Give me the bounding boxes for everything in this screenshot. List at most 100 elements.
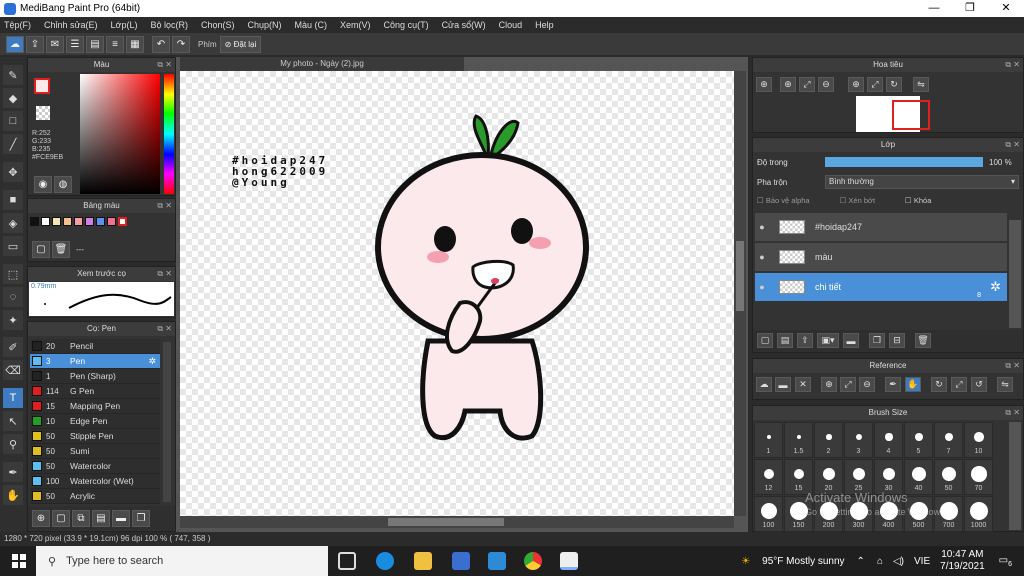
grid-icon[interactable]: ▦ (126, 35, 144, 53)
brush-item[interactable]: #222222 1 Pen (Sharp) (30, 369, 160, 384)
operation-tool-icon[interactable]: ↖ (3, 411, 23, 431)
layer-row[interactable]: ● chi tiết ✲ 8 (755, 273, 1007, 302)
clock[interactable]: 10:47 AM 7/19/2021 (940, 549, 985, 573)
blend-select[interactable]: Bình thường ▾ (825, 175, 1019, 189)
brush-copy-icon[interactable]: ❐ (132, 509, 150, 527)
text-tool-icon[interactable]: T (3, 388, 23, 408)
brush-size-cell[interactable]: 40 (904, 459, 933, 495)
rectangle-tool-icon[interactable]: □ (3, 111, 23, 131)
canvas-vscrollbar[interactable] (734, 71, 746, 516)
panel-options-icon[interactable]: ⧉ ✕ (157, 322, 172, 336)
select-eraser-icon[interactable]: ⌫ (3, 360, 23, 380)
comment-icon[interactable]: ✉ (46, 35, 64, 53)
brush-item[interactable]: #5bc0f0 3 Pen ✲ (30, 354, 160, 369)
brush-import-icon[interactable]: ⧉ (72, 509, 90, 527)
language-indicator[interactable]: VIE (914, 556, 930, 567)
brush-edit-icon[interactable]: ▤ (92, 509, 110, 527)
open-ref-icon[interactable]: ▬ (775, 377, 791, 392)
brush-tool-icon[interactable]: ✎ (3, 65, 23, 85)
maximize-button[interactable]: ❐ (952, 0, 988, 17)
brush-size-cell[interactable]: 150 (784, 496, 813, 532)
ref-zoom-out-icon[interactable]: ⊖ (859, 377, 875, 392)
rotate-icon[interactable]: ↻ (886, 77, 902, 92)
reset-button[interactable]: ⊘ Đặt lại (219, 35, 262, 53)
fit-window-icon[interactable]: ⤢ (867, 77, 883, 92)
windows-start-icon[interactable] (12, 554, 26, 568)
ref-zoom-in-icon[interactable]: ⊕ (821, 377, 837, 392)
minimize-button[interactable]: — (916, 0, 952, 17)
canvas-hscrollbar[interactable] (180, 516, 734, 528)
fit-icon[interactable]: ⤢ (799, 77, 815, 92)
panel-options-icon[interactable]: ⧉ ✕ (157, 58, 172, 72)
menu-filter[interactable]: Bộ lọc(R) (150, 20, 188, 30)
menu-help[interactable]: Help (535, 20, 554, 30)
network-icon[interactable]: ⌂ (877, 556, 883, 567)
layer-folder-icon[interactable]: ▬ (843, 333, 859, 348)
brush-size-cell[interactable]: 100 (754, 496, 783, 532)
merge-layer-icon[interactable]: ⊟ (889, 333, 905, 348)
menu-tools[interactable]: Công cụ(T) (384, 20, 429, 30)
task-view-icon[interactable] (338, 552, 356, 570)
medibang-taskbar-icon[interactable] (560, 552, 578, 570)
menu-select[interactable]: Chọn(S) (201, 20, 235, 30)
magic-wand-icon[interactable]: ✦ (3, 310, 23, 330)
brush-size-cell[interactable]: 500 (904, 496, 933, 532)
eyedropper-icon[interactable]: ✒ (3, 462, 23, 482)
palette-icon[interactable]: ◉ (34, 176, 52, 193)
brush-size-cell[interactable]: 2 (814, 422, 843, 458)
ref-dropper-icon[interactable]: ✒ (885, 377, 901, 392)
brush-size-cell[interactable]: 10 (964, 422, 993, 458)
navigator-thumbnail[interactable] (856, 96, 930, 132)
brush-size-cell[interactable]: 12 (754, 459, 783, 495)
palette-swatch[interactable] (74, 217, 83, 226)
brush-size-cell[interactable]: 5 (904, 422, 933, 458)
actual-size-icon[interactable]: ⊕ (848, 77, 864, 92)
brush-new-icon[interactable]: ▢ (52, 509, 70, 527)
brush-size-cell[interactable]: 1000 (964, 496, 993, 532)
brush-size-cell[interactable]: 300 (844, 496, 873, 532)
brush-list-scrollbar[interactable] (163, 342, 171, 502)
document-icon[interactable]: ▤ (86, 35, 104, 53)
duplicate-layer-icon[interactable]: ❐ (869, 333, 885, 348)
brush-size-cell[interactable]: 20 (814, 459, 843, 495)
brush-add-icon[interactable]: ⊕ (32, 509, 50, 527)
store-icon[interactable] (452, 552, 470, 570)
weather-text[interactable]: 95°F Mostly sunny (762, 556, 844, 567)
layer-row[interactable]: ● #hoidap247 (755, 213, 1007, 242)
close-ref-icon[interactable]: ✕ (795, 377, 811, 392)
zoom-out-icon[interactable]: ⊖ (818, 77, 834, 92)
brush-size-cell[interactable]: 50 (934, 459, 963, 495)
brush-size-cell[interactable]: 25 (844, 459, 873, 495)
ref-fit-icon[interactable]: ⤢ (840, 377, 856, 392)
palette-swatch[interactable] (41, 217, 50, 226)
brush-item[interactable]: #e0c020 50 Stipple Pen (30, 429, 160, 444)
layer-type-dropdown[interactable]: ▣▾ (817, 333, 839, 348)
select-tool-icon[interactable]: ⬚ (3, 264, 23, 284)
cloud-icon[interactable]: ☁ (6, 35, 24, 53)
dropper-tool-icon[interactable]: ⚲ (3, 434, 23, 454)
brush-size-scrollbar[interactable] (1009, 422, 1021, 530)
redo-icon[interactable]: ↷ (172, 35, 190, 53)
select-pen-icon[interactable]: ✐ (3, 337, 23, 357)
gear-icon[interactable]: ✲ (148, 356, 156, 367)
line-tool-icon[interactable]: ╱ (3, 134, 23, 154)
panel-options-icon[interactable]: ⧉ ✕ (157, 267, 172, 281)
brush-size-cell[interactable]: 4 (874, 422, 903, 458)
eye-icon[interactable]: ● (755, 282, 769, 292)
new-layer-halftone-icon[interactable]: ▤ (777, 333, 793, 348)
gear-icon[interactable]: ✲ (990, 279, 1001, 295)
eraser-tool-icon[interactable]: ◆ (3, 88, 23, 108)
close-button[interactable]: ✕ (988, 0, 1024, 17)
brush-folder-icon[interactable]: ▬ (112, 509, 130, 527)
layer-scrollbar[interactable] (1009, 220, 1021, 328)
brush-item[interactable]: #5bc0f0 50 Watercolor (30, 459, 160, 474)
brush-item[interactable]: #e02020 15 Mapping Pen (30, 399, 160, 414)
bucket-tool-icon[interactable]: ◈ (3, 213, 23, 233)
list-icon[interactable]: ≡ (106, 35, 124, 53)
panel-options-icon[interactable]: ⧉ ✕ (1005, 58, 1020, 72)
brush-size-cell[interactable]: 7 (934, 422, 963, 458)
menu-cloud[interactable]: Cloud (499, 20, 523, 30)
palette-swatch[interactable] (96, 217, 105, 226)
palette-swatch[interactable] (52, 217, 61, 226)
hue-slider[interactable] (164, 74, 174, 194)
